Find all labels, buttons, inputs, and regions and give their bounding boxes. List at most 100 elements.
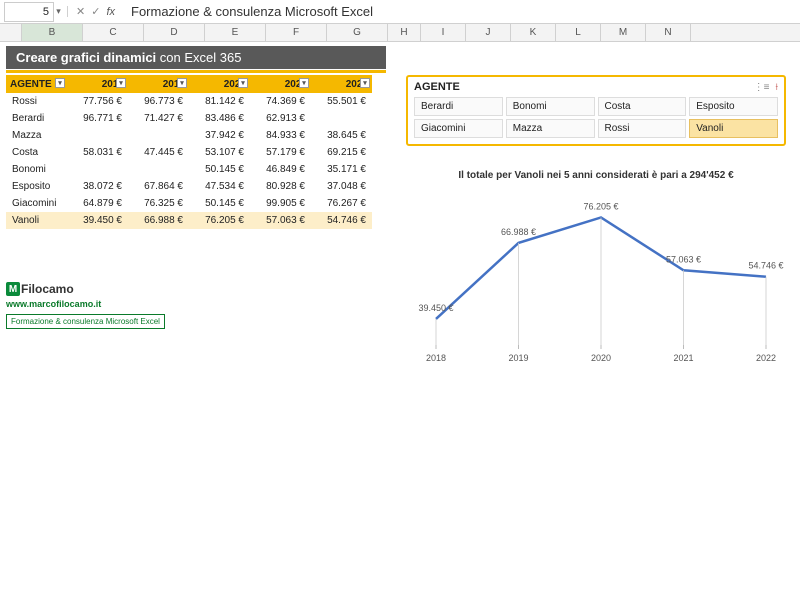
value-cell[interactable]: 50.145 € (189, 161, 250, 178)
column-header-M[interactable]: M (601, 24, 646, 41)
value-cell[interactable]: 69.215 € (311, 144, 372, 161)
value-cell[interactable]: 96.773 € (128, 93, 189, 110)
slicer-item-rossi[interactable]: Rossi (598, 119, 687, 138)
agent-cell[interactable]: Esposito (6, 178, 67, 195)
value-cell[interactable]: 80.928 € (250, 178, 311, 195)
formula-input[interactable]: Formazione & consulenza Microsoft Excel (123, 4, 800, 19)
column-header-D[interactable]: D (144, 24, 205, 41)
filter-dropdown-icon[interactable]: ▾ (55, 78, 65, 88)
value-cell[interactable]: 76.267 € (311, 195, 372, 212)
agent-cell[interactable]: Bonomi (6, 161, 67, 178)
value-cell[interactable]: 99.905 € (250, 195, 311, 212)
value-cell[interactable]: 46.849 € (250, 161, 311, 178)
column-header-J[interactable]: J (466, 24, 511, 41)
slicer-item-mazza[interactable]: Mazza (506, 119, 595, 138)
value-cell[interactable]: 77.756 € (67, 93, 128, 110)
value-cell[interactable]: 62.913 € (250, 110, 311, 127)
filter-dropdown-icon[interactable]: ▾ (116, 78, 126, 88)
value-cell[interactable]: 54.746 € (311, 212, 372, 229)
table-header[interactable]: 2018▾ (67, 75, 128, 93)
site-link[interactable]: www.marcofilocamo.it (6, 299, 165, 309)
table-header[interactable]: 2022▾ (311, 75, 372, 93)
table-header[interactable]: 2019▾ (128, 75, 189, 93)
value-cell[interactable] (311, 110, 372, 127)
agent-cell[interactable]: Rossi (6, 93, 67, 110)
value-cell[interactable]: 38.072 € (67, 178, 128, 195)
value-cell[interactable]: 81.142 € (189, 93, 250, 110)
value-cell[interactable] (67, 127, 128, 144)
table-row[interactable]: Giacomini64.879 €76.325 €50.145 €99.905 … (6, 195, 372, 212)
value-cell[interactable]: 57.063 € (250, 212, 311, 229)
value-cell[interactable]: 74.369 € (250, 93, 311, 110)
value-cell[interactable] (128, 127, 189, 144)
filter-dropdown-icon[interactable]: ▾ (238, 78, 248, 88)
table-row[interactable]: Mazza 37.942 €84.933 €38.645 € (6, 127, 372, 144)
agent-cell[interactable]: Berardi (6, 110, 67, 127)
filter-dropdown-icon[interactable]: ▾ (360, 78, 370, 88)
cancel-icon[interactable]: ✕ (76, 5, 85, 18)
table-header[interactable]: 2020▾ (189, 75, 250, 93)
column-header-I[interactable]: I (421, 24, 466, 41)
agent-cell[interactable]: Costa (6, 144, 67, 161)
value-cell[interactable]: 84.933 € (250, 127, 311, 144)
accept-icon[interactable]: ✓ (91, 5, 100, 18)
column-header-C[interactable]: C (83, 24, 144, 41)
column-header-E[interactable]: E (205, 24, 266, 41)
slicer-agente[interactable]: AGENTE ⋮≡ ⟊ BerardiBonomiCostaEspositoGi… (406, 75, 786, 146)
column-header-B[interactable]: B (22, 24, 83, 41)
value-cell[interactable]: 37.942 € (189, 127, 250, 144)
value-cell[interactable]: 55.501 € (311, 93, 372, 110)
column-header-G[interactable]: G (327, 24, 388, 41)
slicer-item-berardi[interactable]: Berardi (414, 97, 503, 116)
value-cell[interactable] (128, 161, 189, 178)
agent-cell[interactable]: Giacomini (6, 195, 67, 212)
value-cell[interactable]: 64.879 € (67, 195, 128, 212)
column-header-L[interactable]: L (556, 24, 601, 41)
column-header-N[interactable]: N (646, 24, 691, 41)
multiselect-icon[interactable]: ⋮≡ (754, 82, 770, 93)
value-cell[interactable]: 71.427 € (128, 110, 189, 127)
table-row[interactable]: Berardi96.771 €71.427 €83.486 €62.913 € (6, 110, 372, 127)
name-box[interactable]: 5 (4, 2, 54, 22)
table-row[interactable]: Vanoli39.450 €66.988 €76.205 €57.063 €54… (6, 212, 372, 229)
table-row[interactable]: Esposito38.072 €67.864 €47.534 €80.928 €… (6, 178, 372, 195)
column-header-F[interactable]: F (266, 24, 327, 41)
value-cell[interactable]: 57.179 € (250, 144, 311, 161)
table-header[interactable]: 2021▾ (250, 75, 311, 93)
table-header[interactable]: AGENTE▾ (6, 75, 67, 93)
value-cell[interactable] (67, 161, 128, 178)
select-all-corner[interactable] (0, 24, 22, 41)
value-cell[interactable]: 66.988 € (128, 212, 189, 229)
table-row[interactable]: Costa58.031 €47.445 €53.107 €57.179 €69.… (6, 144, 372, 161)
slicer-item-vanoli[interactable]: Vanoli (689, 119, 778, 138)
value-cell[interactable]: 53.107 € (189, 144, 250, 161)
value-cell[interactable]: 47.534 € (189, 178, 250, 195)
value-cell[interactable]: 37.048 € (311, 178, 372, 195)
slicer-item-esposito[interactable]: Esposito (689, 97, 778, 116)
tagline-cell[interactable]: Formazione & consulenza Microsoft Excel (6, 314, 165, 329)
slicer-item-costa[interactable]: Costa (598, 97, 687, 116)
value-cell[interactable]: 58.031 € (67, 144, 128, 161)
value-cell[interactable]: 83.486 € (189, 110, 250, 127)
value-cell[interactable]: 76.325 € (128, 195, 189, 212)
value-cell[interactable]: 39.450 € (67, 212, 128, 229)
column-header-K[interactable]: K (511, 24, 556, 41)
table-row[interactable]: Rossi77.756 €96.773 €81.142 €74.369 €55.… (6, 93, 372, 110)
value-cell[interactable]: 50.145 € (189, 195, 250, 212)
chart[interactable]: Il totale per Vanoli nei 5 anni consider… (406, 170, 786, 369)
name-box-dropdown-icon[interactable]: ▾ (54, 6, 68, 17)
value-cell[interactable]: 47.445 € (128, 144, 189, 161)
value-cell[interactable]: 67.864 € (128, 178, 189, 195)
value-cell[interactable]: 76.205 € (189, 212, 250, 229)
value-cell[interactable]: 38.645 € (311, 127, 372, 144)
value-cell[interactable]: 35.171 € (311, 161, 372, 178)
table-row[interactable]: Bonomi 50.145 €46.849 €35.171 € (6, 161, 372, 178)
agent-cell[interactable]: Mazza (6, 127, 67, 144)
fx-icon[interactable]: fx (106, 6, 115, 18)
agent-cell[interactable]: Vanoli (6, 212, 67, 229)
slicer-item-bonomi[interactable]: Bonomi (506, 97, 595, 116)
slicer-item-giacomini[interactable]: Giacomini (414, 119, 503, 138)
clear-filter-icon[interactable]: ⟊ (775, 82, 778, 93)
column-header-H[interactable]: H (388, 24, 421, 41)
filter-dropdown-icon[interactable]: ▾ (177, 78, 187, 88)
